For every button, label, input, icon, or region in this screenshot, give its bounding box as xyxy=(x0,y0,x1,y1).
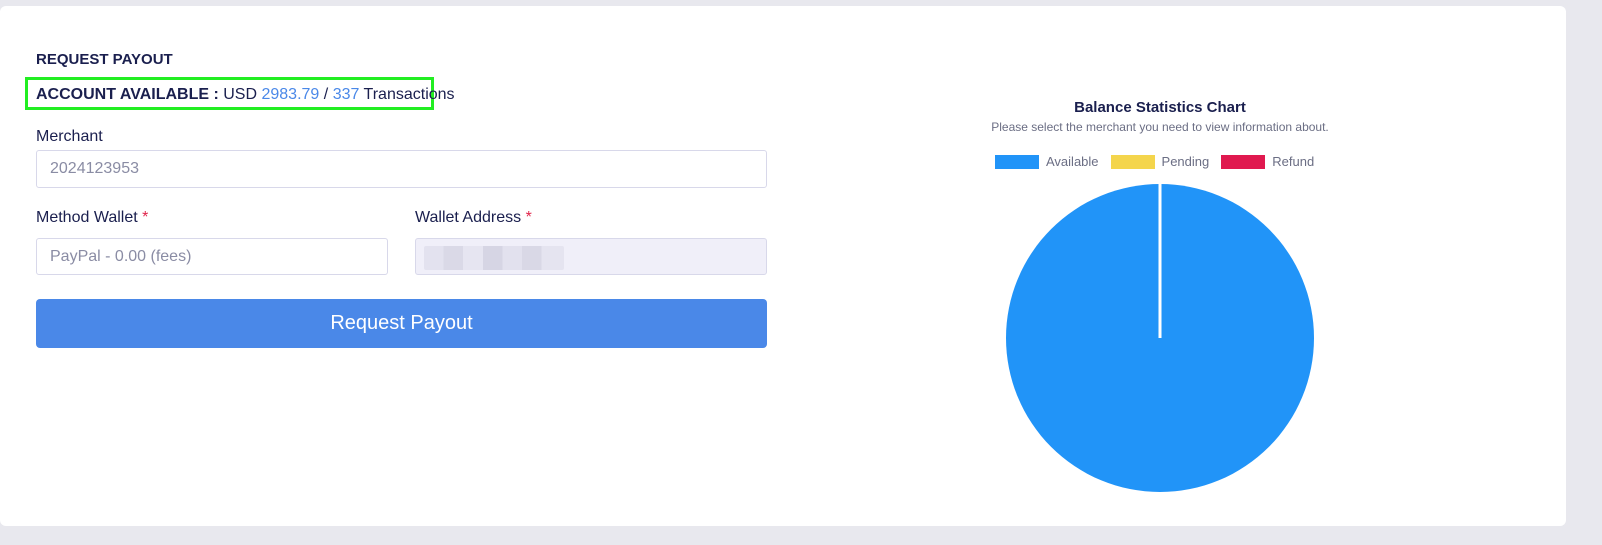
request-payout-button[interactable]: Request Payout xyxy=(36,299,767,348)
account-separator: / xyxy=(323,86,329,103)
account-available-summary: ACCOUNT AVAILABLE : USD 2983.79 / 337 Tr… xyxy=(25,77,455,110)
required-mark: * xyxy=(142,209,149,226)
legend-item-available[interactable]: Available xyxy=(995,154,1099,169)
balance-pie-chart xyxy=(1005,183,1315,493)
payout-card: REQUEST PAYOUT ACCOUNT AVAILABLE : USD 2… xyxy=(0,6,1566,526)
chart-legend: Available Pending Refund xyxy=(995,154,1326,169)
account-currency: USD xyxy=(223,86,258,103)
legend-swatch xyxy=(1221,154,1266,169)
legend-item-pending[interactable]: Pending xyxy=(1110,154,1210,169)
legend-label: Refund xyxy=(1272,154,1315,169)
merchant-label: Merchant xyxy=(36,128,103,145)
method-wallet-label: Method Wallet * xyxy=(36,209,148,227)
section-title: REQUEST PAYOUT xyxy=(36,51,173,68)
redacted-wallet-address xyxy=(424,246,564,270)
method-wallet-value: PayPal - 0.00 (fees) xyxy=(50,247,192,265)
chart-title: Balance Statistics Chart xyxy=(1074,99,1246,116)
account-amount: 2983.79 xyxy=(261,86,320,103)
legend-label: Available xyxy=(1046,154,1099,169)
account-available-label: ACCOUNT AVAILABLE : xyxy=(36,86,219,103)
legend-swatch xyxy=(995,154,1039,169)
wallet-address-label: Wallet Address * xyxy=(415,209,532,227)
required-mark: * xyxy=(525,209,532,226)
chart-subtitle: Please select the merchant you need to v… xyxy=(991,120,1329,134)
transactions-count: 337 xyxy=(332,86,360,103)
legend-label: Pending xyxy=(1161,154,1210,169)
wallet-address-field[interactable] xyxy=(415,238,767,275)
legend-item-refund[interactable]: Refund xyxy=(1221,154,1314,169)
method-wallet-select[interactable]: PayPal - 0.00 (fees) xyxy=(36,238,388,275)
legend-swatch xyxy=(1110,154,1155,169)
wallet-address-label-text: Wallet Address xyxy=(415,209,522,226)
pie-svg xyxy=(1006,184,1314,492)
method-wallet-label-text: Method Wallet xyxy=(36,209,138,226)
merchant-field[interactable]: 2024123953 xyxy=(36,150,767,188)
transactions-label: Transactions xyxy=(363,86,455,103)
merchant-value: 2024123953 xyxy=(50,160,139,177)
